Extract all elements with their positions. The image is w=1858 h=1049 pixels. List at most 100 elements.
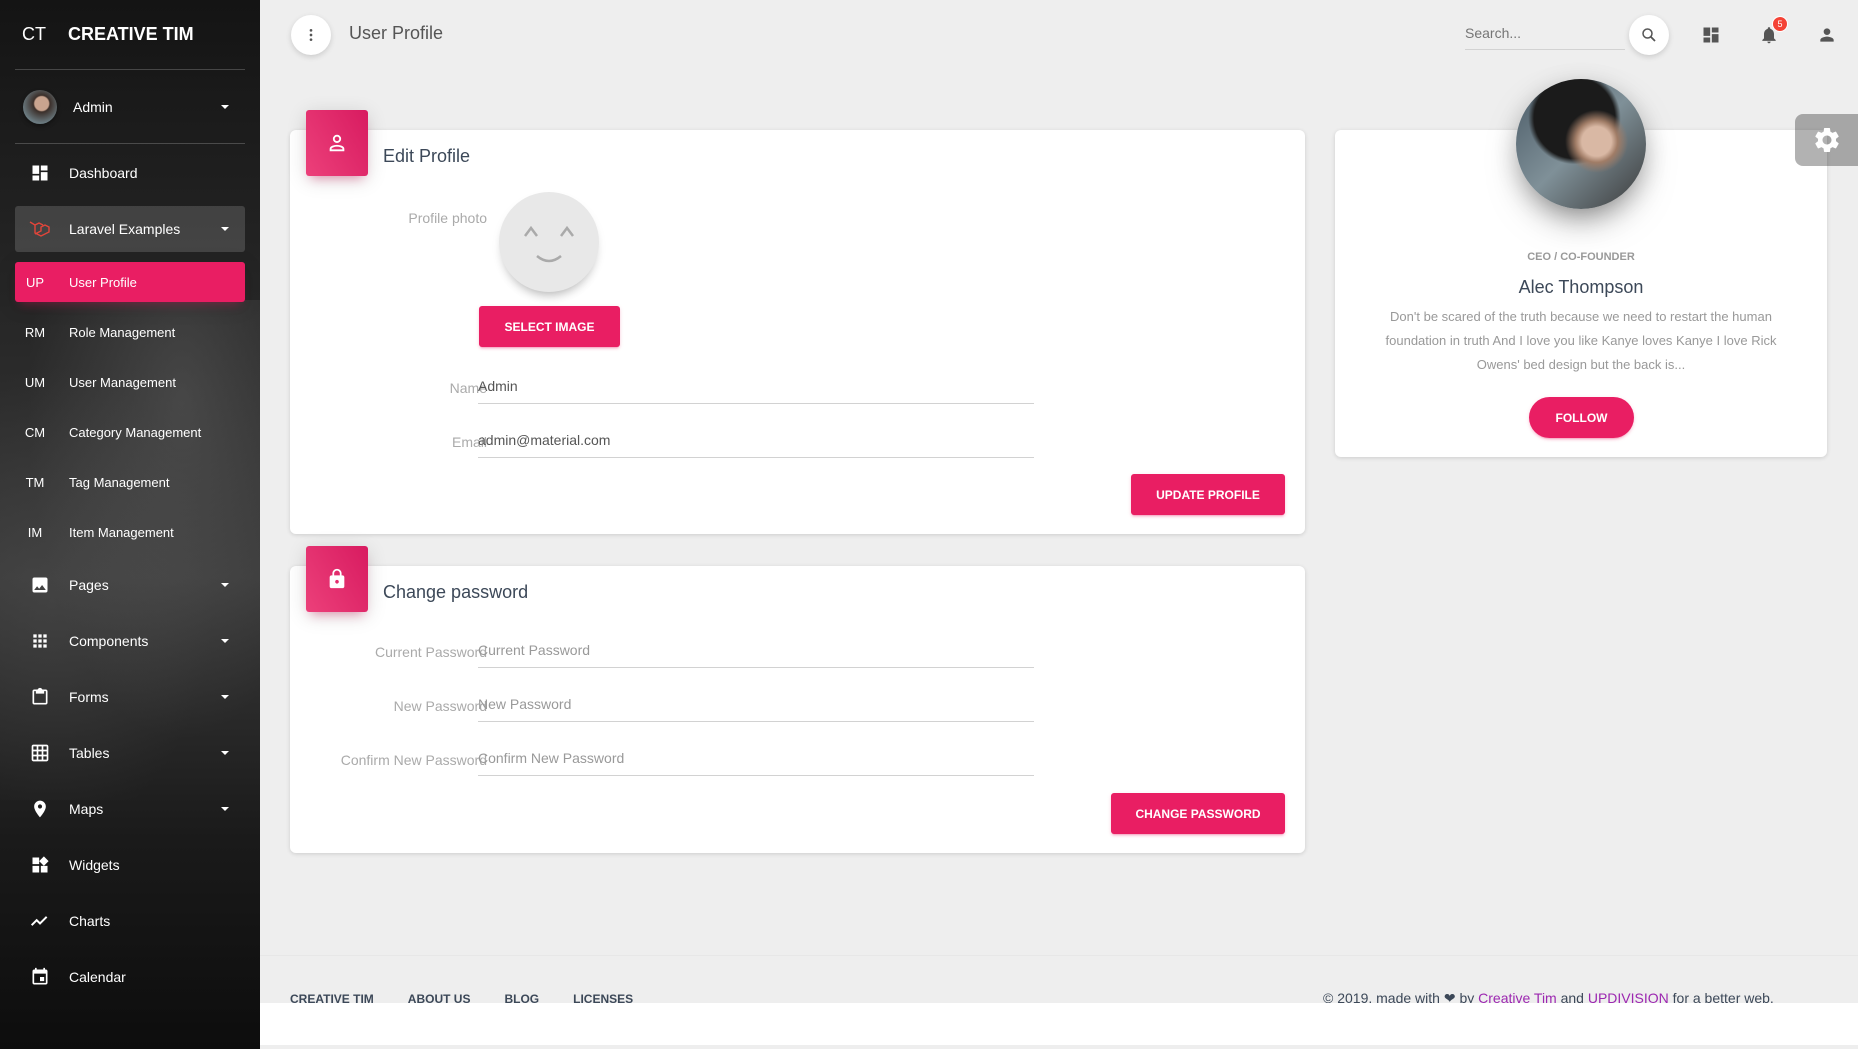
sidebar-item-label: Forms (69, 689, 109, 705)
calendar-icon (25, 967, 55, 987)
main-panel: User Profile 5 Edit Profile Profile phot… (260, 0, 1858, 1049)
user-name: Admin (73, 98, 113, 115)
settings-toggle[interactable] (1795, 114, 1858, 166)
sidebar-subitem-role-management[interactable]: RM Role Management (15, 312, 245, 352)
search-input[interactable] (1465, 18, 1625, 48)
notification-badge: 5 (1772, 16, 1788, 32)
chevron-down-icon (221, 227, 229, 231)
apps-icon (25, 631, 55, 651)
follow-button[interactable]: Follow (1529, 397, 1634, 438)
logo-mini: CT (22, 24, 46, 44)
minimize-sidebar-button[interactable] (291, 15, 331, 55)
sidebar-subitem-label: Tag Management (69, 474, 170, 490)
sidebar-item-laravel-examples[interactable]: Laravel Examples (15, 206, 245, 252)
new-password-label: New Password (393, 698, 487, 714)
sidebar-item-components[interactable]: Components (15, 618, 245, 664)
chevron-down-icon (221, 639, 229, 643)
edit-profile-card: Edit Profile Profile photo Select image … (290, 110, 1305, 534)
user-menu-button[interactable] (1814, 22, 1840, 48)
sidebar-subitem-label: Role Management (69, 324, 176, 340)
sidebar-item-label: Pages (69, 577, 109, 593)
card-header-icon (306, 546, 368, 612)
timeline-icon (25, 911, 55, 931)
chevron-down-icon (221, 104, 229, 109)
sidebar-subitem-label: User Management (69, 374, 176, 390)
dashboard-icon (25, 163, 55, 183)
sidebar-subitem-tag-management[interactable]: TM Tag Management (15, 462, 245, 502)
chevron-down-icon (221, 807, 229, 811)
confirm-password-label: Confirm New Password (340, 752, 487, 768)
email-input[interactable]: admin@material.com (478, 422, 1034, 458)
select-image-button[interactable]: Select image (479, 306, 620, 347)
update-profile-button[interactable]: Update Profile (1131, 474, 1285, 515)
sidebar-logo[interactable]: CT CREATIVE TIM (15, 0, 245, 70)
sidebar-subitem-mini: TM (25, 474, 45, 490)
change-password-button[interactable]: Change password (1111, 793, 1285, 834)
sidebar-subitem-mini: CM (24, 424, 46, 440)
sidebar-subitem-category-management[interactable]: CM Category Management (15, 412, 245, 452)
more-vert-icon (309, 29, 313, 41)
lock-icon (329, 568, 345, 589)
sidebar-subitem-mini: UM (24, 374, 46, 390)
page-title: User Profile (349, 23, 444, 43)
name-input[interactable]: Admin (478, 368, 1034, 404)
sidebar-item-label: Dashboard (69, 165, 138, 181)
search-button[interactable] (1629, 15, 1669, 55)
profile-photo-placeholder[interactable] (499, 192, 599, 292)
search-icon (1642, 28, 1656, 42)
email-label: Email (451, 434, 487, 450)
chevron-down-icon (221, 583, 229, 587)
sidebar-item-label: Components (69, 633, 149, 649)
sidebar-item-label: Calendar (69, 969, 126, 985)
sidebar-item-calendar[interactable]: Calendar (15, 954, 245, 1000)
profile-avatar (1516, 79, 1646, 209)
sidebar-item-tables[interactable]: Tables (15, 730, 245, 776)
sidebar-subitem-label: User Profile (69, 274, 137, 290)
image-icon (25, 575, 55, 595)
sidebar-subitem-label: Category Management (69, 424, 202, 440)
change-password-card: Change password Current Password Current… (290, 546, 1305, 853)
search-field[interactable] (1465, 18, 1625, 50)
notifications-button[interactable]: 5 (1756, 16, 1788, 48)
sidebar-subitem-user-management[interactable]: UM User Management (15, 362, 245, 402)
sidebar-item-pages[interactable]: Pages (15, 562, 245, 608)
sidebar-item-dashboard[interactable]: Dashboard (15, 150, 245, 196)
sidebar-item-widgets[interactable]: Widgets (15, 842, 245, 888)
card-header-icon (306, 110, 368, 176)
page-bottom-strip (260, 1003, 1858, 1045)
sidebar-user[interactable]: Admin (15, 70, 245, 144)
sidebar: CT CREATIVE TIM Admin Dashboard Laravel … (0, 0, 260, 1049)
sidebar-subitem-mini: UP (25, 274, 45, 290)
sidebar-item-charts[interactable]: Charts (15, 898, 245, 944)
sidebar-subitem-mini: RM (24, 324, 46, 340)
sidebar-item-label: Maps (69, 801, 104, 817)
current-password-input[interactable]: Current Password (478, 632, 1034, 668)
confirm-password-input[interactable]: Confirm New Password (478, 740, 1034, 776)
chevron-down-icon (221, 695, 229, 699)
sidebar-item-forms[interactable]: Forms (15, 674, 245, 720)
sidebar-item-label: Widgets (69, 857, 120, 873)
profile-name: Alec Thompson (1518, 277, 1644, 297)
new-password-input[interactable]: New Password (478, 686, 1034, 722)
avatar (23, 89, 57, 124)
person-icon (1820, 28, 1834, 42)
logo-text: CREATIVE TIM (68, 24, 194, 44)
card-title: Change password (383, 582, 529, 602)
sidebar-item-label: Charts (69, 913, 111, 929)
chevron-down-icon (221, 751, 229, 755)
sidebar-subitem-user-profile[interactable]: UP User Profile (15, 262, 245, 302)
profile-job-title: CEO / CO-FOUNDER (1527, 251, 1635, 263)
place-icon (25, 799, 55, 819)
current-password-label: Current Password (374, 644, 487, 660)
profile-description: Don't be scared of the truth because we … (1385, 309, 1777, 372)
sidebar-item-label: Tables (69, 745, 110, 761)
sidebar-item-maps[interactable]: Maps (15, 786, 245, 832)
dashboard-nav-button[interactable] (1698, 22, 1724, 48)
dashboard-icon (1703, 27, 1719, 43)
person-outline-icon (329, 134, 345, 152)
gear-icon (1814, 128, 1839, 152)
sidebar-subitem-item-management[interactable]: IM Item Management (15, 512, 245, 552)
top-navbar: User Profile 5 (260, 0, 1858, 72)
sidebar-subitem-mini: IM (27, 524, 43, 540)
sidebar-subitem-label: Item Management (69, 524, 174, 540)
